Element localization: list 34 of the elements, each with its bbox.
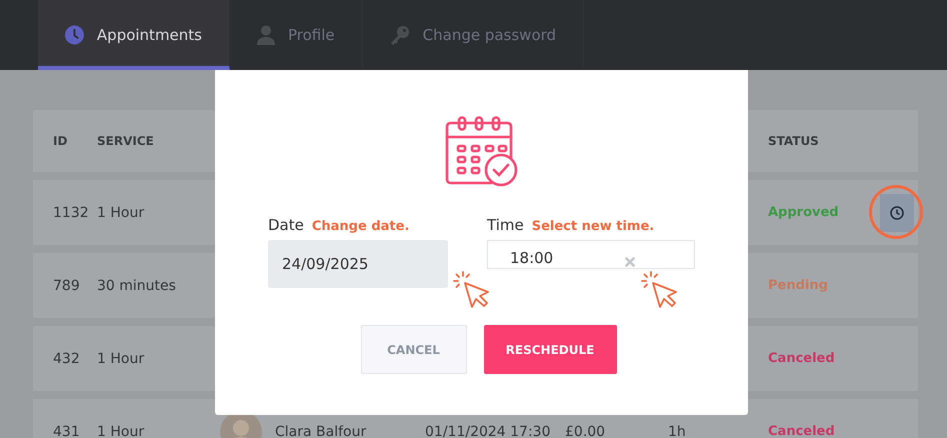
table-cell-text: 30 minutes xyxy=(97,278,177,294)
hint-text: Select new time. xyxy=(532,219,654,234)
table-cell-text: £0.00 xyxy=(565,424,606,438)
key-icon xyxy=(390,25,410,45)
clock-icon xyxy=(890,206,904,220)
table-cell-text: 1h xyxy=(668,424,687,438)
table-cell-text: 789 xyxy=(53,278,81,294)
column-header: STATUS xyxy=(768,134,820,148)
field-label: Time xyxy=(487,216,524,234)
column-header: ID xyxy=(53,134,68,148)
tab[interactable]: Appointments xyxy=(38,0,230,70)
reschedule-button[interactable] xyxy=(880,194,914,232)
table-cell-text: 1 Hour xyxy=(97,424,146,438)
table-cell-text: 432 xyxy=(53,350,81,366)
cancel-button[interactable]: CANCEL xyxy=(360,325,466,374)
calendar-check-icon xyxy=(444,116,518,188)
table-cell-text: Clara Balfour xyxy=(275,424,368,438)
status-label: Pending xyxy=(768,278,829,293)
status-label: Canceled xyxy=(768,351,836,366)
table-cell-text: 1132 xyxy=(53,204,90,220)
status-label: Canceled xyxy=(768,424,836,438)
status-label: Approved xyxy=(768,205,840,220)
clock-icon xyxy=(65,25,84,45)
table-cell-text: 431 xyxy=(53,424,81,438)
reschedule-button[interactable]: RESCHEDULE xyxy=(484,325,616,374)
table-cell-text: 1 Hour xyxy=(97,204,146,220)
time-field[interactable]: 18:00 xyxy=(487,240,695,269)
column-header: SERVICE xyxy=(97,134,155,148)
date-field[interactable]: 24/09/2025 xyxy=(268,240,448,288)
field-label: Date xyxy=(268,216,304,234)
table-cell-text: 01/11/2024 17:30 xyxy=(425,424,552,438)
hint-text: Change date. xyxy=(312,219,410,234)
person-icon xyxy=(257,25,275,45)
table-cell-text: 1 Hour xyxy=(97,350,146,366)
